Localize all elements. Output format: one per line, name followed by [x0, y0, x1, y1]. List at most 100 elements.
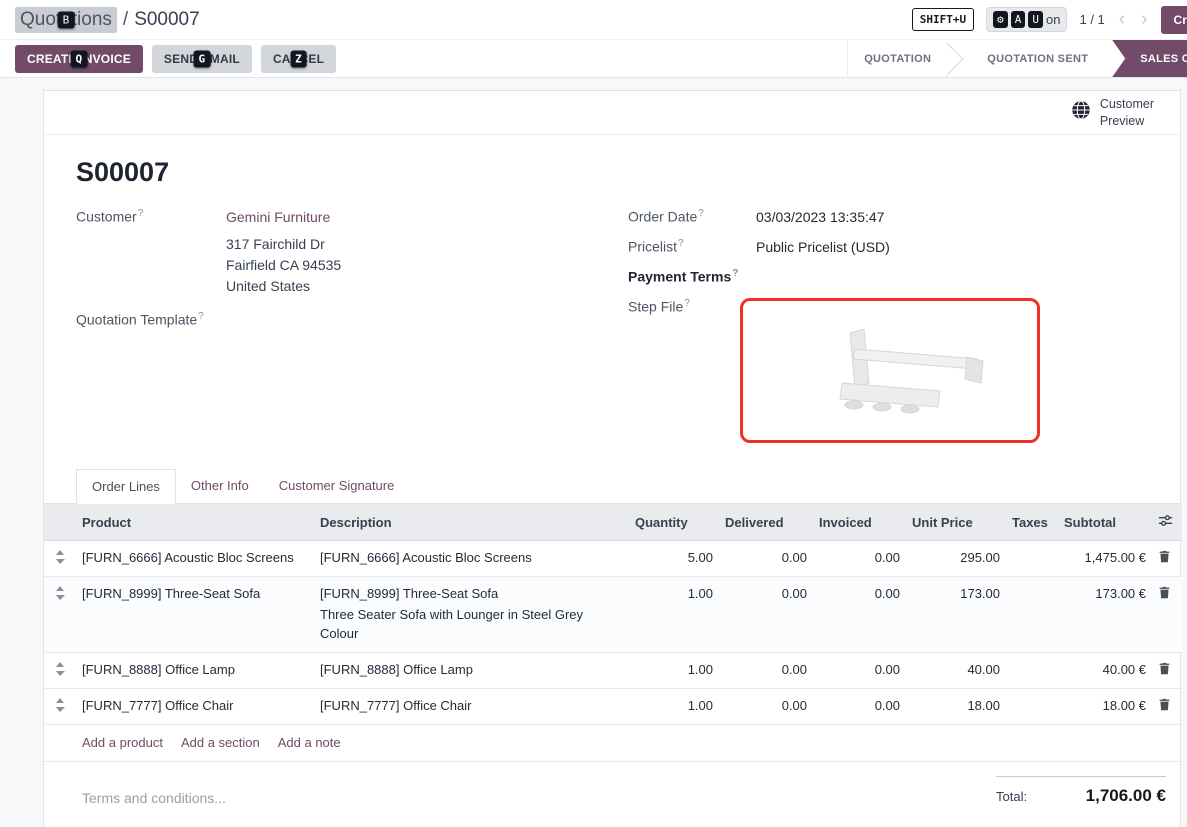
taxes-cell[interactable] [1006, 689, 1058, 725]
add-a-product-link[interactable]: Add a product [82, 735, 163, 750]
terms-and-conditions-placeholder[interactable]: Terms and conditions... [82, 776, 226, 806]
tab-other-info[interactable]: Other Info [176, 469, 264, 503]
table-row[interactable]: [FURN_6666] Acoustic Bloc Screens [FURN_… [44, 541, 1182, 577]
quantity-cell[interactable]: 1.00 [629, 653, 719, 689]
unit-price-cell[interactable]: 173.00 [906, 577, 1006, 653]
description-cell[interactable]: [FURN_8999] Three-Seat Sofa Three Seater… [314, 577, 629, 653]
create-invoice-button[interactable]: CREATE INVOICE Q [15, 45, 143, 73]
help-icon: ? [198, 311, 204, 322]
chevron-left-icon: ‹ [1119, 9, 1125, 30]
quantity-cell[interactable]: 5.00 [629, 541, 719, 577]
statusbar-step-label: SALES ORDER [1140, 53, 1187, 65]
page-title: S00007 [76, 157, 1180, 188]
pager-count: 1 / 1 [1079, 12, 1104, 27]
breadcrumb-separator: / [123, 9, 128, 31]
invoiced-cell[interactable]: 0.00 [813, 653, 906, 689]
hotkey-badge-shift-u: SHIFT+U [912, 8, 974, 31]
unit-price-cell[interactable]: 40.00 [906, 653, 1006, 689]
unit-price-column-header: Unit Price [906, 504, 1006, 541]
customer-field-label: Customer? [76, 208, 226, 225]
add-a-note-link[interactable]: Add a note [278, 735, 341, 750]
delete-row-icon[interactable] [1158, 662, 1171, 678]
cancel-button[interactable]: CANCEL Z [261, 45, 336, 73]
total-label: Total: [996, 789, 1027, 804]
table-row[interactable]: [FURN_8888] Office Lamp [FURN_8888] Offi… [44, 653, 1182, 689]
delivered-cell[interactable]: 0.00 [719, 653, 813, 689]
table-row[interactable]: [FURN_8999] Three-Seat Sofa [FURN_8999] … [44, 577, 1182, 653]
taxes-cell[interactable] [1006, 653, 1058, 689]
gear-icon: ⚙ [993, 11, 1008, 28]
address-line: United States [226, 276, 628, 297]
statusbar-step-label: QUOTATION [864, 53, 931, 65]
action-menu-button[interactable]: ⚙ A U on [986, 7, 1067, 32]
description-cell[interactable]: [FURN_7777] Office Chair [314, 689, 629, 725]
customer-field-value[interactable]: Gemini Furniture [226, 209, 330, 225]
tab-order-lines[interactable]: Order Lines [76, 469, 176, 504]
taxes-cell[interactable] [1006, 577, 1058, 653]
pricelist-field-value[interactable]: Public Pricelist (USD) [756, 239, 890, 255]
invoiced-cell[interactable]: 0.00 [813, 689, 906, 725]
delete-row-icon[interactable] [1158, 698, 1171, 714]
help-icon: ? [678, 238, 684, 249]
tab-customer-signature[interactable]: Customer Signature [264, 469, 410, 503]
table-footer-links: Add a product Add a section Add a note [44, 725, 1180, 762]
optional-columns-icon[interactable] [1152, 504, 1182, 541]
breadcrumb-item-quotations[interactable]: Quotations B [15, 7, 117, 33]
product-cell[interactable]: [FURN_7777] Office Chair [76, 689, 314, 725]
breadcrumb-parent-label: Quotations [20, 9, 112, 30]
delivered-cell[interactable]: 0.00 [719, 577, 813, 653]
control-panel-buttons: CREATE INVOICE Q SEND EMAIL G CANCEL Z Q… [0, 40, 1187, 78]
hotkey-badge-a: A [1011, 11, 1026, 28]
product-column-header: Product [76, 504, 314, 541]
product-cell[interactable]: [FURN_8888] Office Lamp [76, 653, 314, 689]
statusbar-step-sales-order[interactable]: SALES ORDER [1112, 40, 1187, 77]
order-date-field-label: Order Date? [628, 208, 756, 225]
order-lines-table: Product Description Quantity Delivered I… [44, 504, 1182, 725]
quantity-cell[interactable]: 1.00 [629, 689, 719, 725]
pager-previous-button[interactable]: ‹ [1117, 9, 1127, 31]
step-file-image[interactable] [740, 298, 1040, 443]
drag-handle-icon[interactable] [55, 550, 65, 567]
quotation-template-field-label: Quotation Template? [76, 311, 226, 328]
description-cell[interactable]: [FURN_6666] Acoustic Bloc Screens [314, 541, 629, 577]
step-file-field-label: Step File? [628, 298, 756, 315]
cancel-label: CANCEL [273, 52, 324, 66]
action-button-label: on [1046, 12, 1060, 27]
form-sheet: Customer Preview S00007 Customer? Gemini… [43, 90, 1181, 827]
drag-handle-icon[interactable] [55, 586, 65, 603]
product-cell[interactable]: [FURN_6666] Acoustic Bloc Screens [76, 541, 314, 577]
create-button[interactable]: Create [1161, 6, 1187, 34]
delete-row-icon[interactable] [1158, 550, 1171, 566]
product-cell[interactable]: [FURN_8999] Three-Seat Sofa [76, 577, 314, 653]
drag-handle-icon[interactable] [55, 698, 65, 715]
table-row[interactable]: [FURN_7777] Office Chair [FURN_7777] Off… [44, 689, 1182, 725]
breadcrumb-bar: Quotations B / S00007 SHIFT+U ⚙ A U on 1… [0, 0, 1187, 40]
quantity-cell[interactable]: 1.00 [629, 577, 719, 653]
invoiced-cell[interactable]: 0.00 [813, 577, 906, 653]
subtotal-cell: 40.00 € [1058, 653, 1152, 689]
subtotal-cell: 1,475.00 € [1058, 541, 1152, 577]
table-header-row: Product Description Quantity Delivered I… [44, 504, 1182, 541]
unit-price-cell[interactable]: 18.00 [906, 689, 1006, 725]
delivered-cell[interactable]: 0.00 [719, 689, 813, 725]
taxes-cell[interactable] [1006, 541, 1058, 577]
add-a-section-link[interactable]: Add a section [181, 735, 260, 750]
customer-preview-button[interactable]: Customer Preview [1071, 96, 1154, 129]
statusbar-step-quotation[interactable]: QUOTATION [848, 40, 947, 77]
customer-address: 317 Fairchild Dr Fairfield CA 94535 Unit… [226, 234, 628, 297]
step-file-3d-render [745, 303, 1035, 438]
description-column-header: Description [314, 504, 629, 541]
order-date-field-value[interactable]: 03/03/2023 13:35:47 [756, 209, 884, 225]
delivered-column-header: Delivered [719, 504, 813, 541]
send-email-button[interactable]: SEND EMAIL G [152, 45, 252, 73]
invoiced-cell[interactable]: 0.00 [813, 541, 906, 577]
drag-handle-icon[interactable] [55, 662, 65, 679]
notebook-tabs: Order Lines Other Info Customer Signatur… [44, 469, 1180, 504]
unit-price-cell[interactable]: 295.00 [906, 541, 1006, 577]
pager-next-button[interactable]: › [1139, 9, 1149, 31]
delivered-cell[interactable]: 0.00 [719, 541, 813, 577]
statusbar-chevron-separator [947, 40, 971, 77]
delete-row-icon[interactable] [1158, 586, 1171, 602]
statusbar-step-quotation-sent[interactable]: QUOTATION SENT [971, 40, 1104, 77]
description-cell[interactable]: [FURN_8888] Office Lamp [314, 653, 629, 689]
